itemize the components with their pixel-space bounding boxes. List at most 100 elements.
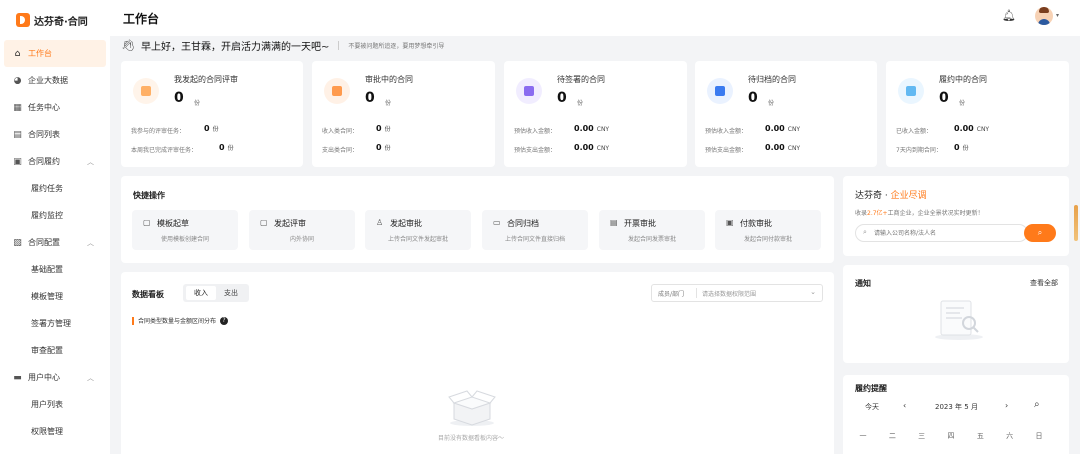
sidebar-item-performance-monitor[interactable]: 履约监控 [0, 202, 110, 229]
sidebar-item-template-manage[interactable]: 模板管理 [0, 283, 110, 310]
sidebar-item-enterprise-data[interactable]: ◕ 企业大数据 [0, 67, 110, 94]
enterprise-search-button[interactable]: ⌕ [1024, 224, 1056, 242]
quick-actions-panel: 快捷操作 ▢ 模板起草 使用模板创建合同 ▢ 发起评审 内外协同 ♙ 发起审批 … [121, 176, 834, 263]
stat-card-in-performance[interactable]: 履约中的合同 0 份 已收入金额： 0.00 CNY 7天内到期合同： 0份 [886, 61, 1069, 167]
today-button[interactable]: 今天 [865, 402, 879, 412]
stat-row-label: 预估收入金额： [514, 128, 557, 135]
quick-action-label: 模板起草 [157, 219, 189, 228]
quick-action-invoice-approval[interactable]: ▤ 开票审批 发起合同发票审批 [599, 210, 705, 250]
quick-actions-title: 快捷操作 [133, 191, 165, 200]
sidebar-item-label: 用户中心 [28, 373, 60, 382]
avatar[interactable] [1035, 7, 1053, 25]
chevron-up-icon: ︿ [87, 157, 94, 166]
archive-icon: ▭ [493, 218, 501, 227]
sidebar-item-signatory-manage[interactable]: 签署方管理 [0, 310, 110, 337]
stat-value: 0 [939, 90, 949, 106]
sidebar-item-contract-performance[interactable]: ▣ 合同履约 ︿ [0, 148, 110, 175]
sidebar-item-label: 合同列表 [28, 130, 60, 139]
stat-row-value: 0.00 CNY [765, 124, 801, 133]
sidebar-item-label: 权限管理 [31, 427, 63, 436]
stat-row-label: 预估支出金额： [705, 147, 748, 154]
stat-row-label: 我参与的评审任务： [131, 128, 186, 135]
top-header: 工作台 🔔︎ ▾ [110, 0, 1080, 36]
weekday-label: 五 [976, 432, 984, 440]
stat-value: 0 [557, 90, 567, 106]
list-icon: ▤ [13, 129, 22, 140]
quick-action-label: 发起评审 [274, 219, 306, 228]
tab-income[interactable]: 收入 [186, 286, 216, 300]
page-title: 工作台 [123, 12, 160, 26]
home-icon: ⌂ [14, 48, 21, 59]
stat-row-label: 收入类合同： [322, 128, 359, 135]
calendar-month: 2023 年 5 月 [935, 403, 978, 411]
stat-card-to-archive[interactable]: 待归档的合同 0 份 预估收入金额： 0.00 CNY 预估支出金额： 0.00 C… [695, 61, 877, 167]
chevron-left-icon[interactable]: ‹ [903, 401, 906, 410]
chevron-right-icon[interactable]: › [1005, 401, 1008, 410]
greeting-hint: 不要被问题所追逐，要用梦想牵引导 [348, 42, 445, 50]
approval-icon [324, 78, 350, 104]
enterprise-search-box[interactable]: ⌕ [855, 224, 1028, 242]
bell-icon[interactable]: 🔔︎ [1002, 9, 1016, 22]
stat-row-value: 0.00 CNY [765, 143, 801, 152]
weekday-label: 一 [859, 432, 867, 440]
select-placeholder: 请选择数据权限范围 [702, 291, 757, 298]
help-icon[interactable]: ? [220, 316, 229, 325]
chevron-down-icon: ⌄ [810, 288, 816, 296]
tab-expense[interactable]: 支出 [216, 286, 246, 300]
search-icon[interactable]: ⌕ [1034, 399, 1040, 410]
task-icon: ▦ [13, 102, 22, 113]
monitor-icon: ▣ [13, 156, 22, 167]
member-department-select[interactable]: 成员/部门 请选择数据权限范围 ⌄ [651, 284, 823, 302]
brand-logo[interactable]: 达芬奇·合同 [0, 0, 110, 32]
sidebar-item-workbench[interactable]: ⌂ 工作台 [4, 40, 106, 67]
sidebar-item-label: 任务中心 [28, 103, 60, 112]
sidebar-item-user-list[interactable]: 用户列表 [0, 391, 110, 418]
quick-action-label: 合同归档 [507, 219, 539, 228]
quick-action-label: 发起审批 [390, 219, 422, 228]
dashboard-subtitle-text: 合同类型数量与金额区间分布 [138, 318, 217, 325]
dashboard-title: 数据看板 [132, 290, 164, 299]
stat-row-label: 本周我已完成评审任务： [131, 147, 198, 154]
dashboard-tabs: 收入 支出 [183, 284, 249, 302]
quick-action-start-approval[interactable]: ♙ 发起审批 上传合同文件发起审批 [365, 210, 471, 250]
scrollbar[interactable] [1074, 205, 1078, 241]
stat-row-label: 7天内到期合同： [896, 147, 942, 154]
weekday-label: 三 [918, 432, 926, 440]
template-icon: ▢ [143, 218, 151, 227]
sidebar-nav: ⌂ 工作台 ◕ 企业大数据 ▦ 任务中心 ▤ 合同列表 ▣ 合同履约 ︿ 履约任务 履约监控… [0, 40, 110, 445]
sidebar-item-label: 审查配置 [31, 346, 63, 355]
sidebar-item-basic-config[interactable]: 基础配置 [0, 256, 110, 283]
stat-title: 待归档的合同 [748, 75, 796, 84]
stat-title: 待签署的合同 [557, 75, 605, 84]
sidebar-item-task-center[interactable]: ▦ 任务中心 [0, 94, 110, 121]
weekday-label: 日 [1035, 432, 1043, 440]
notice-title: 通知 [855, 279, 871, 288]
sidebar-item-performance-tasks[interactable]: 履约任务 [0, 175, 110, 202]
view-all-link[interactable]: 查看全部 [1030, 278, 1058, 288]
enterprise-search-input[interactable] [874, 228, 1014, 239]
sidebar-item-contract-list[interactable]: ▤ 合同列表 [0, 121, 110, 148]
sidebar-item-permission-manage[interactable]: 权限管理 [0, 418, 110, 445]
sidebar-item-contract-config[interactable]: ▧ 合同配置 ︿ [0, 229, 110, 256]
quick-action-archive[interactable]: ▭ 合同归档 上传合同文件直接归档 [482, 210, 588, 250]
quick-action-start-review[interactable]: ▢ 发起评审 内外协同 [249, 210, 355, 250]
stat-row-value: 0份 [376, 124, 391, 133]
chevron-up-icon: ︿ [87, 238, 94, 247]
stat-card-my-reviews[interactable]: 我发起的合同评审 0 份 我参与的评审任务： 0份 本周我已完成评审任务： 0份 [121, 61, 303, 167]
config-icon: ▧ [13, 237, 22, 248]
quick-action-payment-approval[interactable]: ▣ 付款审批 发起合同付款审批 [715, 210, 821, 250]
sidebar-item-review-config[interactable]: 审查配置 [0, 337, 110, 364]
stat-row-label: 预估收入金额： [705, 128, 748, 135]
quick-action-template-draft[interactable]: ▢ 模板起草 使用模板创建合同 [132, 210, 238, 250]
caret-down-icon[interactable]: ▾ [1056, 12, 1059, 19]
stat-card-to-sign[interactable]: 待签署的合同 0 份 预估收入金额： 0.00 CNY 预估支出金额： 0.00 C… [504, 61, 687, 167]
sidebar-item-label: 履约监控 [31, 211, 63, 220]
empty-document-icon [935, 300, 983, 340]
performance-reminder-panel: 履约提醒 今天 ‹ 2023 年 5 月 › ⌕ 一 二 三 四 五 六 日 [843, 375, 1069, 454]
sign-icon [516, 78, 542, 104]
search-icon: ⌕ [863, 228, 867, 236]
stat-card-in-approval[interactable]: 审批中的合同 0 份 收入类合同： 0份 支出类合同： 0份 [312, 61, 495, 167]
stat-title: 审批中的合同 [365, 75, 413, 84]
sidebar-item-user-center[interactable]: ▬ 用户中心 ︿ [0, 364, 110, 391]
sidebar-item-label: 合同配置 [28, 238, 60, 247]
